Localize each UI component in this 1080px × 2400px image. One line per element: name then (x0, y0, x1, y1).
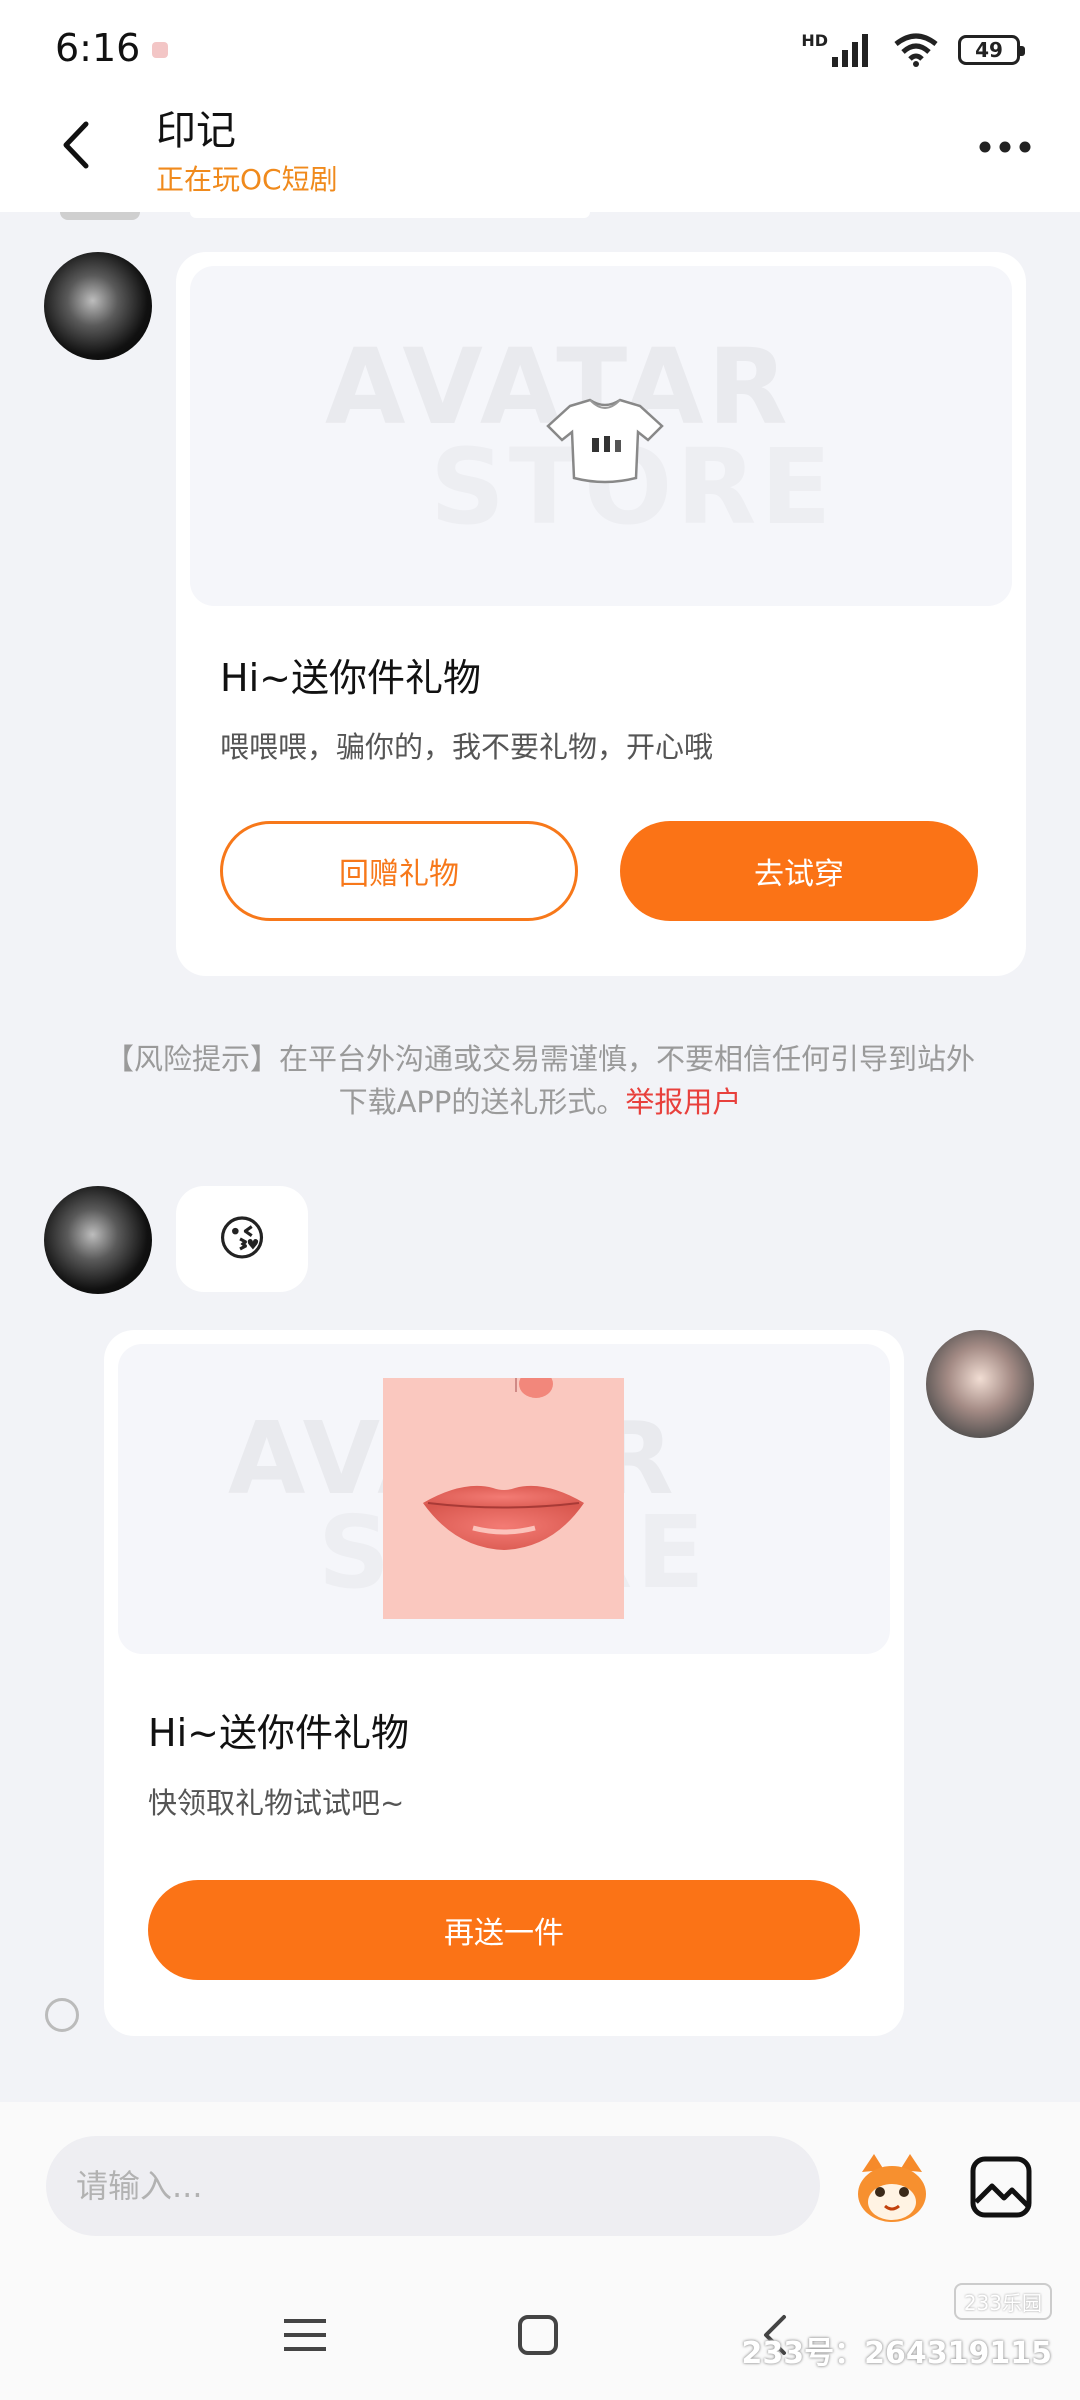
friend-avatar[interactable] (44, 252, 152, 360)
chat-subtitle: 正在玩OC短剧 (156, 163, 338, 196)
gift-message: 快领取礼物试试吧~ (148, 1786, 405, 1820)
mascot-icon (858, 2154, 926, 2222)
gift-title: Hi~送你件礼物 (220, 656, 481, 700)
message-status-icon (45, 1998, 79, 2032)
wifi-icon (894, 33, 938, 67)
more-button[interactable] (970, 122, 1040, 172)
watermark-id: 233号：264319115 (741, 2336, 1053, 2371)
message-input[interactable] (46, 2136, 820, 2236)
risk-notice: 【风险提示】在平台外沟通或交易需谨慎，不要相信任何引导到站外下载APP的送礼形式… (100, 1038, 980, 1124)
status-icons: HD 49 (801, 28, 1025, 72)
previous-avatar-edge (60, 212, 140, 220)
chat-title: 印记 (156, 108, 236, 154)
status-time: 6:16 (55, 26, 141, 70)
menu-icon (284, 2319, 326, 2351)
emoji-message: 😘 (176, 1186, 308, 1292)
gift-card-received: AVATAR STORE Hi~送你件礼物 喂喂喂，骗你的，我不要礼物，开心哦 … (176, 252, 1026, 976)
chevron-left-icon (63, 121, 89, 169)
gift-title: Hi~送你件礼物 (148, 1711, 409, 1755)
signal-icon (832, 34, 868, 67)
lips-icon (423, 1378, 584, 1550)
nav-home-button[interactable] (503, 2300, 573, 2370)
tshirt-gift-image (546, 398, 664, 484)
app-watermark-logo: 233乐园 (953, 2283, 1052, 2320)
gift-image-area: AVATAR STORE (190, 266, 1012, 606)
previous-bubble-edge (190, 212, 590, 218)
home-square-icon (518, 2315, 558, 2355)
emoji-mascot-button[interactable] (852, 2150, 932, 2226)
network-type: HD (801, 30, 828, 50)
image-picker-button[interactable] (968, 2154, 1034, 2220)
gift-message: 喂喂喂，骗你的，我不要礼物，开心哦 (220, 730, 714, 764)
lips-gift-image (383, 1378, 624, 1619)
notification-icon (152, 42, 168, 58)
send-again-button[interactable]: 再送一件 (148, 1880, 860, 1980)
report-user-link[interactable]: 举报用户 (625, 1085, 741, 1119)
return-gift-button[interactable]: 回赠礼物 (220, 821, 578, 921)
risk-notice-text: 【风险提示】在平台外沟通或交易需谨慎，不要相信任何引导到站外下载APP的送礼形式… (104, 1042, 975, 1119)
friend-avatar[interactable] (44, 1186, 152, 1294)
my-avatar[interactable] (926, 1330, 1034, 1438)
more-dots-icon (979, 141, 1031, 153)
image-icon (970, 2156, 1032, 2218)
battery-level: 49 (975, 38, 1003, 62)
battery-icon: 49 (958, 35, 1025, 65)
back-button[interactable] (50, 115, 100, 175)
nav-menu-button[interactable] (270, 2300, 340, 2370)
try-on-button[interactable]: 去试穿 (620, 821, 978, 921)
